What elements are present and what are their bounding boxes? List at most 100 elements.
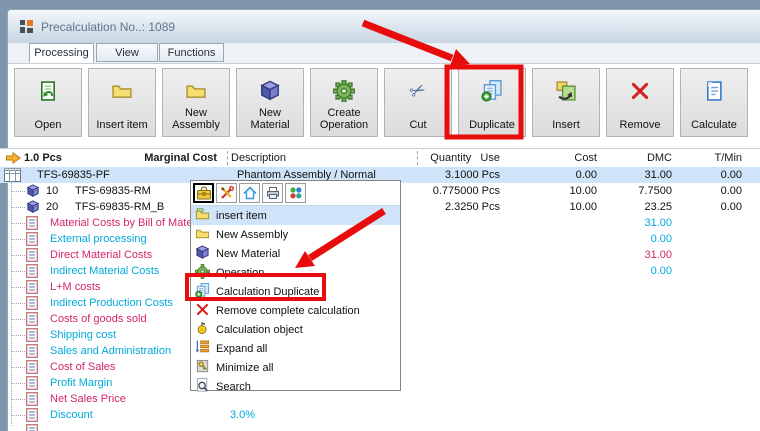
- calculate-button-label: Calculate: [689, 119, 739, 131]
- window-title: Precalculation No..: 1089: [41, 20, 175, 34]
- menu-item-remove-complete-calculation[interactable]: Remove complete calculation: [191, 301, 400, 320]
- insert-button[interactable]: Insert: [532, 68, 600, 137]
- create-operation-button[interactable]: Create Operation: [310, 68, 378, 137]
- insert-button-label: Insert: [550, 119, 582, 131]
- cost-category-label: Shipping cost: [50, 329, 116, 341]
- menu-item-label: New Material: [216, 248, 280, 260]
- position-number: 20: [46, 199, 58, 215]
- red-x-icon: [195, 302, 210, 320]
- scissors-icon: ✂: [410, 78, 426, 104]
- new-assembly-button-label: New Assembly: [163, 107, 229, 131]
- context-menu-iconbar: [191, 181, 400, 206]
- duplicate-icon: [195, 283, 210, 301]
- part-number: TFS-69835-PF: [37, 167, 110, 183]
- row-tmin: 0.00: [721, 199, 742, 215]
- new-material-button-label: New Material: [237, 107, 303, 131]
- menu-item-calculation-duplicate[interactable]: Calculation Duplicate: [191, 282, 400, 301]
- cut-button-label: Cut: [407, 119, 428, 131]
- cost-category-label: Profit Margin: [50, 377, 112, 389]
- tools-icon[interactable]: [216, 183, 237, 203]
- insert-item-button[interactable]: Insert item: [88, 68, 156, 137]
- create-operation-button-label: Create Operation: [311, 107, 377, 131]
- gear-icon: [195, 264, 210, 282]
- menu-item-label: Calculation Duplicate: [216, 286, 319, 298]
- printer-icon[interactable]: [262, 183, 283, 203]
- header-description: Description: [231, 149, 286, 167]
- minimize-all-icon: [195, 359, 210, 377]
- column-separator: [417, 151, 418, 165]
- cost-category-label: Material Costs by Bill of Materials: [50, 217, 213, 229]
- cost-category-label: Direct Material Costs: [50, 249, 152, 261]
- object-icon: [195, 321, 210, 339]
- part-number: TFS-69835-RM_B: [75, 199, 164, 215]
- folder-icon: [195, 226, 210, 244]
- menu-item-label: Search: [216, 381, 251, 393]
- open-icon: [37, 78, 59, 104]
- tab-view[interactable]: View: [96, 43, 158, 62]
- new-material-button[interactable]: New Material: [236, 68, 304, 137]
- tab-processing[interactable]: Processing: [29, 43, 94, 63]
- header-marginal-cost: Marginal Cost: [144, 149, 217, 167]
- table-row-cost-category[interactable]: [0, 423, 760, 431]
- menu-item-label: Expand all: [216, 343, 267, 355]
- folder-icon: [111, 78, 133, 104]
- menu-item-label: Remove complete calculation: [216, 305, 360, 317]
- cost-category-label: External processing: [50, 233, 147, 245]
- briefcase-icon[interactable]: [193, 183, 214, 203]
- tab-functions[interactable]: Functions: [159, 43, 224, 62]
- duplicate-icon: [481, 78, 503, 104]
- row-quantity: 2.3250 Pcs: [445, 199, 500, 215]
- cost-category-label: Net Sales Price: [50, 393, 126, 405]
- cut-button[interactable]: ✂ Cut: [384, 68, 452, 137]
- duplicate-button[interactable]: Duplicate: [458, 68, 526, 137]
- menu-item-insert-item[interactable]: insert item: [191, 206, 400, 225]
- cost-category-label: Sales and Administration: [50, 345, 171, 357]
- cost-category-label: Indirect Material Costs: [50, 265, 159, 277]
- header-cost: Cost: [574, 149, 597, 167]
- column-separator: [227, 151, 228, 165]
- search-icon: [195, 378, 210, 396]
- row-dmc: 7.7500: [638, 183, 672, 199]
- menu-item-expand-all[interactable]: Expand all: [191, 339, 400, 358]
- cube-icon: [195, 245, 210, 263]
- expand-all-icon: [195, 340, 210, 358]
- menu-item-label: Operation: [216, 267, 264, 279]
- remove-button[interactable]: Remove: [606, 68, 674, 137]
- row-dmc: 23.25: [644, 199, 672, 215]
- duplicate-button-label: Duplicate: [467, 119, 517, 131]
- cost-category-label: Discount: [50, 409, 93, 421]
- menu-item-new-material[interactable]: New Material: [191, 244, 400, 263]
- row-dmc: 31.00: [644, 249, 672, 261]
- colors-icon[interactable]: [285, 183, 306, 203]
- menu-item-operation[interactable]: Operation: [191, 263, 400, 282]
- calculate-icon: [703, 78, 725, 104]
- app-logo-icon: [19, 19, 34, 34]
- gear-icon: [333, 78, 355, 104]
- cost-category-label: Indirect Production Costs: [50, 297, 173, 309]
- menu-item-minimize-all[interactable]: Minimize all: [191, 358, 400, 377]
- menu-item-calculation-object[interactable]: Calculation object: [191, 320, 400, 339]
- calculate-button[interactable]: Calculate: [680, 68, 748, 137]
- table-row-cost-category[interactable]: Discount 3.0%: [0, 407, 760, 423]
- toolbar: Open Insert item New Assembly: [14, 68, 748, 137]
- home-icon[interactable]: [239, 183, 260, 203]
- cost-category-label: Costs of goods sold: [50, 313, 147, 325]
- row-tmin: 0.00: [721, 183, 742, 199]
- header-quantity-use: Quantity Use: [430, 149, 500, 167]
- ribbon-tabstrip: Processing View Functions: [8, 43, 760, 64]
- new-assembly-button[interactable]: New Assembly: [162, 68, 230, 137]
- position-number: 10: [46, 183, 58, 199]
- row-dmc: 0.00: [651, 233, 672, 245]
- grid-header: 1.0 Pcs Marginal Cost Description Quanti…: [0, 148, 760, 168]
- open-button[interactable]: Open: [14, 68, 82, 137]
- header-tmin: T/Min: [715, 149, 743, 167]
- row-dmc: 0.00: [651, 265, 672, 277]
- folder-icon: [195, 207, 210, 225]
- folder-icon: [185, 78, 207, 104]
- cost-category-label: L+M costs: [50, 281, 100, 293]
- menu-item-search[interactable]: Search: [191, 377, 400, 396]
- menu-item-label: insert item: [216, 210, 267, 222]
- menu-item-new-assembly[interactable]: New Assembly: [191, 225, 400, 244]
- discount-percentage: 3.0%: [230, 409, 255, 421]
- orange-arrow-icon: [6, 152, 21, 164]
